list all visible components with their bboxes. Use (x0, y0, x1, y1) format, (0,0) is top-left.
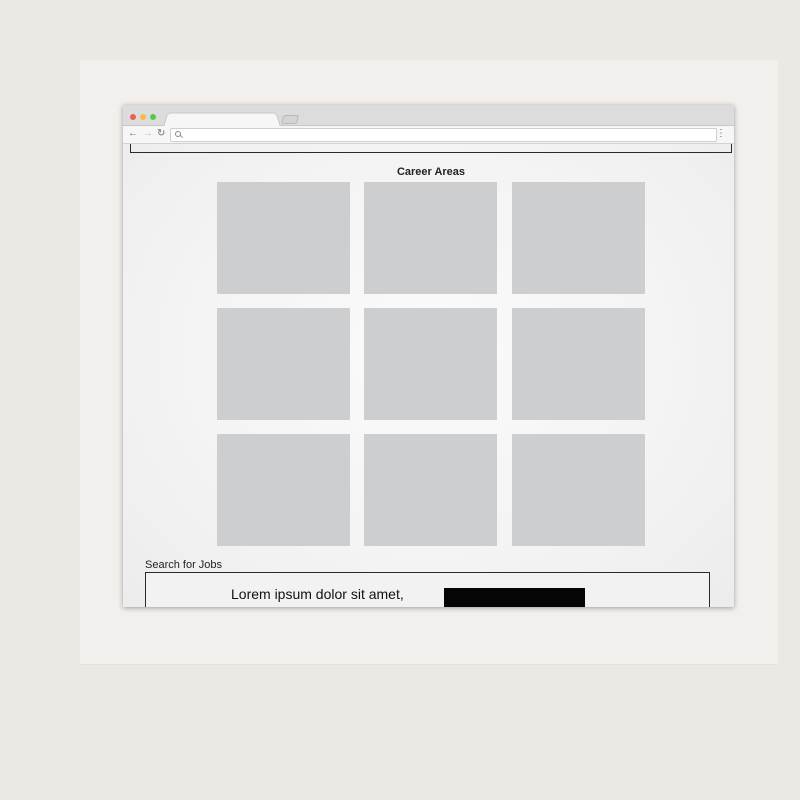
job-search-panel: Lorem ipsum dolor sit amet, (145, 572, 710, 607)
maximize-window-button[interactable] (150, 114, 156, 120)
new-tab-button[interactable] (280, 115, 300, 124)
page-header-box (130, 144, 732, 153)
career-area-tile[interactable] (217, 434, 350, 546)
browser-window: ← → ↻ ⋮ Career Areas Search for Jobs Lor… (123, 105, 734, 607)
career-areas-title: Career Areas (396, 166, 466, 178)
career-area-tile[interactable] (364, 308, 497, 420)
career-area-tile[interactable] (217, 308, 350, 420)
career-area-tile[interactable] (512, 434, 645, 546)
reload-icon[interactable]: ↻ (157, 127, 165, 141)
career-area-tile[interactable] (364, 182, 497, 294)
browser-toolbar: ← → ↻ ⋮ (123, 126, 734, 144)
career-area-tile[interactable] (217, 182, 350, 294)
career-area-tile[interactable] (512, 308, 645, 420)
title-bar (123, 105, 734, 127)
search-panel-text: Lorem ipsum dolor sit amet, (231, 586, 404, 602)
browser-tab[interactable] (163, 112, 281, 127)
forward-arrow-icon[interactable]: → (143, 127, 153, 141)
job-search-input[interactable] (444, 588, 585, 607)
career-area-tile[interactable] (512, 182, 645, 294)
search-icon (175, 131, 181, 137)
close-window-button[interactable] (130, 114, 136, 120)
search-for-jobs-label: Search for Jobs (145, 559, 223, 571)
minimize-window-button[interactable] (140, 114, 146, 120)
address-bar[interactable] (170, 128, 717, 142)
back-arrow-icon[interactable]: ← (128, 127, 138, 141)
career-area-tile[interactable] (364, 434, 497, 546)
career-areas-grid (217, 182, 645, 547)
page-viewport: Career Areas Search for Jobs Lorem ipsum… (123, 144, 734, 607)
menu-dots-icon[interactable]: ⋮ (716, 128, 726, 140)
